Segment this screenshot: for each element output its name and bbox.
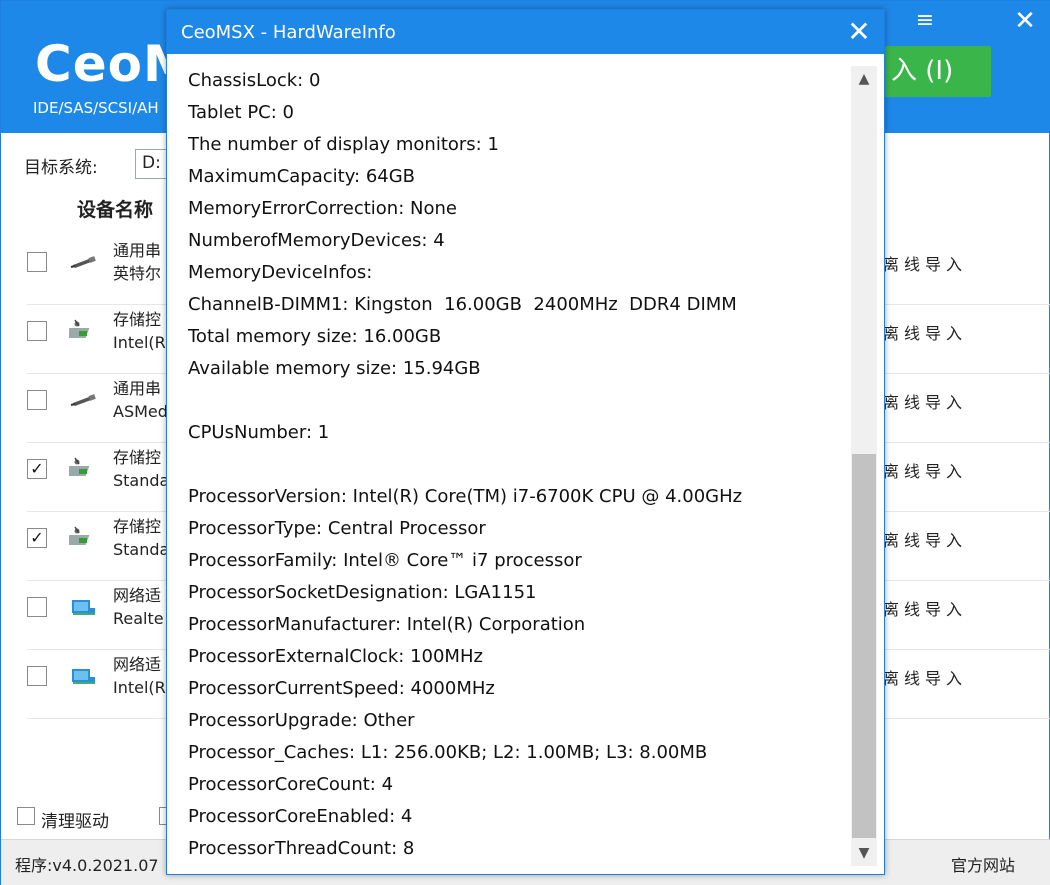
scroll-down-arrow-icon[interactable]: ▼ (851, 840, 877, 866)
device-model: 英特尔 (113, 264, 162, 283)
info-line (188, 449, 848, 481)
usb-icon (69, 249, 99, 275)
offline-import-link[interactable]: 离线导入 (883, 320, 967, 344)
offline-import-link[interactable]: 离线导入 (883, 251, 967, 275)
device-name: 存储控 Standa (113, 446, 169, 492)
device-checkbox[interactable] (27, 252, 47, 272)
device-model: Intel(R (113, 333, 166, 352)
device-name: 网络适 Realte (113, 584, 164, 630)
device-checkbox[interactable] (27, 321, 47, 341)
dialog-title: CeoMSX - HardWareInfo (181, 22, 396, 43)
dialog-titlebar[interactable]: CeoMSX - HardWareInfo ✕ (167, 10, 884, 54)
info-line: ProcessorFamily: Intel® Core™ i7 process… (188, 550, 582, 571)
device-category: 存储控 (113, 517, 162, 536)
menu-icon[interactable]: ≡ (913, 9, 937, 33)
app-subtitle: IDE/SAS/SCSI/AH (33, 99, 159, 117)
hardware-info-dialog: CeoMSX - HardWareInfo ✕ ChassisLock: 0 Ta… (166, 9, 885, 875)
info-line: ProcessorUpgrade: Other (188, 710, 415, 731)
device-name: 存储控 Standa (113, 515, 169, 561)
scroll-up-arrow-icon[interactable]: ▲ (851, 66, 877, 92)
device-category: 通用串 (113, 379, 162, 398)
info-line: ProcessorVersion: Intel(R) Core(TM) i7-6… (188, 486, 743, 507)
info-line: Available memory size: 15.94GB (188, 358, 481, 379)
device-model: Intel(R (113, 678, 166, 697)
info-line: ProcessorCoreEnabled: 4 (188, 806, 413, 827)
clean-driver-checkbox[interactable] (17, 807, 35, 825)
device-checkbox[interactable] (27, 597, 47, 617)
info-line: ProcessorSocketDesignation: LGA1151 (188, 582, 537, 603)
info-line: ProcessorCurrentSpeed: 4000MHz (188, 678, 495, 699)
offline-import-link[interactable]: 离线导入 (883, 458, 967, 482)
version-text: 程序:v4.0.2021.07 (15, 856, 159, 875)
device-name-column-header: 设备名称 (77, 199, 154, 221)
clean-driver-label: 清理驱动 (41, 812, 109, 832)
dialog-close-icon[interactable]: ✕ (845, 18, 873, 46)
device-checkbox[interactable]: ✓ (27, 459, 47, 479)
device-name: 通用串 ASMed (113, 377, 168, 423)
scrollbar-thumb[interactable] (852, 454, 876, 838)
import-button[interactable]: 入 (I) (869, 46, 991, 97)
info-line: ProcessorExternalClock: 100MHz (188, 646, 483, 667)
info-line: MemoryErrorCorrection: None (188, 198, 457, 219)
info-line: Total memory size: 16.00GB (188, 326, 442, 347)
device-category: 通用串 (113, 241, 162, 260)
device-model: Standa (113, 540, 170, 559)
storage-controller-icon (65, 318, 99, 344)
info-line: Tablet PC: 0 (188, 102, 294, 123)
device-category: 存储控 (113, 448, 162, 467)
device-category: 网络适 (113, 655, 162, 674)
device-name: 存储控 Intel(R (113, 308, 166, 354)
info-line: ChassisLock: 0 (188, 70, 321, 91)
device-checkbox[interactable] (27, 666, 47, 686)
device-model: Realte (113, 609, 164, 628)
device-category: 存储控 (113, 310, 162, 329)
official-website-link[interactable]: 官方网站 (951, 852, 1015, 876)
offline-import-link[interactable]: 离线导入 (883, 389, 967, 413)
network-adapter-icon (69, 663, 99, 689)
usb-icon (69, 387, 99, 413)
storage-controller-icon (65, 525, 99, 551)
window-close-icon[interactable]: ✕ (1013, 8, 1037, 34)
info-lines: ChassisLock: 0 Tablet PC: 0 The number of … (188, 65, 848, 865)
device-model: ASMed (113, 402, 168, 421)
hardware-info-text: ChassisLock: 0 Tablet PC: 0 The number of … (167, 54, 851, 874)
offline-import-link[interactable]: 离线导入 (883, 596, 967, 620)
info-line: ProcessorCoreCount: 4 (188, 774, 394, 795)
info-line: Processor_Caches: L1: 256.00KB; L2: 1.00… (188, 742, 708, 763)
offline-import-link[interactable]: 离线导入 (883, 665, 967, 689)
offline-import-link[interactable]: 离线导入 (883, 527, 967, 551)
info-line (188, 385, 848, 417)
device-checkbox[interactable]: ✓ (27, 528, 47, 548)
network-adapter-icon (69, 594, 99, 620)
info-line: ProcessorManufacturer: Intel(R) Corporat… (188, 614, 586, 635)
target-system-label: 目标系统: (24, 158, 98, 178)
storage-controller-icon (65, 456, 99, 482)
info-line: MaximumCapacity: 64GB (188, 166, 416, 187)
device-name: 通用串 英特尔 (113, 239, 161, 285)
info-line: NumberofMemoryDevices: 4 (188, 230, 445, 251)
device-name: 网络适 Intel(R (113, 653, 166, 699)
info-line: CPUsNumber: 1 (188, 422, 330, 443)
info-line: The number of display monitors: 1 (188, 134, 499, 155)
info-line: ProcessorType: Central Processor (188, 518, 486, 539)
vertical-scrollbar[interactable]: ▲ ▼ (851, 66, 877, 866)
device-model: Standa (113, 471, 170, 490)
info-line: MemoryDeviceInfos: (188, 262, 373, 283)
device-category: 网络适 (113, 586, 162, 605)
device-checkbox[interactable] (27, 390, 47, 410)
info-line: ChannelB-DIMM1: Kingston 16.00GB 2400MHz… (188, 294, 737, 315)
info-line: ProcessorThreadCount: 8 (188, 838, 415, 859)
